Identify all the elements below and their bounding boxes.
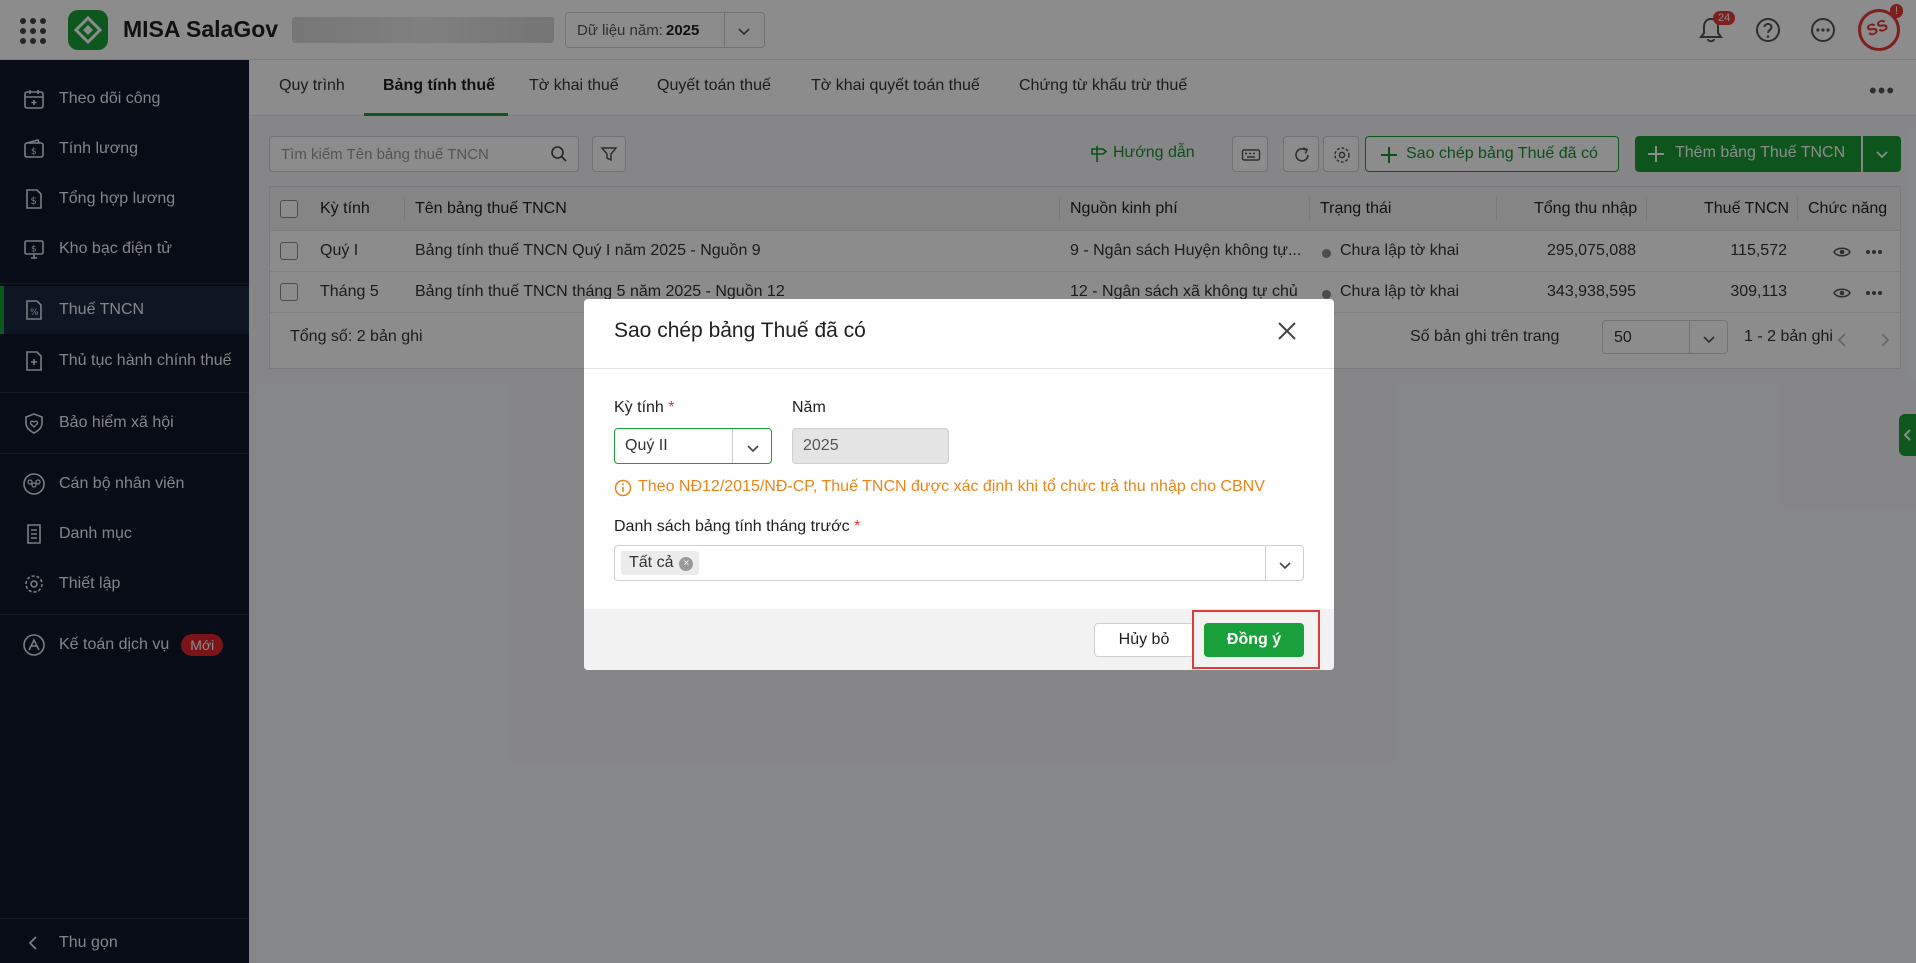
remove-tag-icon[interactable]: × <box>679 557 694 571</box>
dialog-title: Sao chép bảng Thuế đã có <box>614 319 866 342</box>
list-label: Danh sách bảng tính tháng trước * <box>614 518 861 535</box>
period-value: Quý II <box>625 437 668 454</box>
info-icon <box>614 479 632 497</box>
year-label: Năm <box>792 399 826 416</box>
previous-tables-select[interactable]: Tất cả × <box>614 545 1304 581</box>
notice-text: Theo NĐ12/2015/NĐ-CP, Thuế TNCN được xác… <box>638 478 1265 495</box>
chevron-down-icon <box>1279 562 1291 570</box>
selected-tag: Tất cả × <box>621 551 700 575</box>
period-label: Kỳ tính * <box>614 399 675 416</box>
year-field: 2025 <box>792 428 949 464</box>
year-value: 2025 <box>803 437 839 454</box>
confirm-button-highlight <box>1192 610 1320 669</box>
cancel-button[interactable]: Hủy bỏ <box>1094 623 1194 657</box>
chevron-down-icon <box>747 445 759 453</box>
close-icon[interactable] <box>1276 320 1298 342</box>
period-select[interactable]: Quý II <box>614 428 772 464</box>
